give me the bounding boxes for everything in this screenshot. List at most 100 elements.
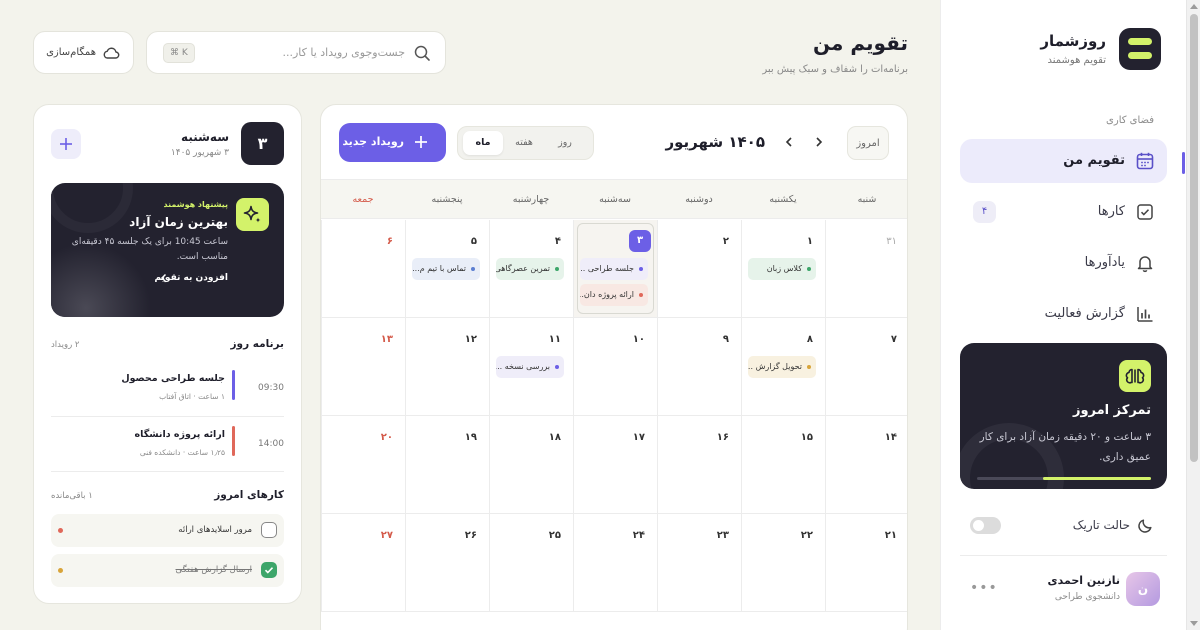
search-input[interactable]: جست‌وجوی رویداد یا کار... (282, 46, 405, 59)
calendar-event[interactable]: کلاس زبان (748, 258, 816, 280)
focus-progress-track (977, 477, 1151, 480)
sync-button[interactable]: همگام‌سازی (33, 31, 134, 74)
brand-logo (1119, 28, 1161, 70)
sidebar-item-my-calendar[interactable]: تقویم من (960, 139, 1167, 183)
prev-month-arrow-icon[interactable] (783, 136, 795, 148)
dark-mode-toggle[interactable] (970, 517, 1001, 534)
scrollbar-thumb[interactable] (1190, 14, 1198, 462)
event-title: بررسی نسخه ... (496, 362, 550, 371)
agenda-item-title: جلسه طراحی محصول (121, 373, 225, 384)
calendar-day[interactable]: ۲۷ (321, 514, 405, 612)
calendar-day[interactable]: ۱۰ (573, 318, 657, 416)
day-number: ۳۱ (886, 236, 897, 247)
divider (960, 555, 1167, 556)
calendar-day[interactable]: ۱۷ (573, 416, 657, 514)
agenda-color-bar (232, 370, 235, 400)
search-box[interactable]: جست‌وجوی رویداد یا کار... ⌘ K (146, 31, 446, 74)
day-number: ۲۲ (800, 530, 813, 541)
calendar-day[interactable]: ۱۳ (321, 318, 405, 416)
view-tab-week[interactable]: هفته (504, 131, 544, 155)
calendar-day[interactable]: ۲۳ (657, 514, 741, 612)
calendar-event[interactable]: بررسی نسخه ... (496, 356, 564, 378)
decorative-ring (51, 183, 133, 233)
scroll-up-arrow-icon[interactable] (1190, 4, 1198, 9)
day-number: ۱۵ (800, 432, 813, 443)
calendar-day[interactable]: ۲۵ (489, 514, 573, 612)
event-dot (639, 267, 643, 271)
calendar-day[interactable]: ۶ (321, 220, 405, 318)
view-tab-month[interactable]: ماه (463, 131, 503, 155)
focus-title: تمرکز امروز (1072, 403, 1151, 418)
calendar-day[interactable]: ۱۴ (825, 416, 907, 514)
calendar-day[interactable]: ۱۲ (405, 318, 489, 416)
calendar-event[interactable]: تحویل گزارش ... (748, 356, 816, 378)
new-event-button[interactable]: رویداد جدید (339, 123, 446, 162)
calendar-day[interactable]: ۷ (825, 318, 907, 416)
day-number: ۲۱ (884, 530, 897, 541)
day-number: ۱۱ (548, 334, 561, 345)
scroll-down-arrow-icon[interactable] (1190, 621, 1198, 626)
weekday-header: شنبه یکشنبه دوشنبه سه‌شنبه چهارشنبه پنجشنبه جم… (321, 179, 907, 219)
workspace-label: فضای کاری (1106, 115, 1154, 126)
event-title: ارائه پروژه دان... (580, 290, 634, 299)
more-options-icon[interactable]: ••• (970, 580, 998, 596)
day-number: ۹ (722, 334, 729, 345)
task-checkbox[interactable] (261, 562, 277, 578)
divider (51, 416, 284, 417)
agenda-count: ۲ رویداد (51, 340, 80, 350)
weekday-1: یکشنبه (769, 194, 797, 205)
calendar-event[interactable]: ارائه پروژه دان... (580, 284, 648, 306)
calendar-day[interactable]: ۲۶ (405, 514, 489, 612)
calendar-day[interactable]: ۴ تمرین عصرگاهی (489, 220, 573, 318)
calendar-day[interactable]: ۲۰ (321, 416, 405, 514)
sidebar-item-tasks[interactable]: کارها ۴ (960, 190, 1167, 234)
calendar-day[interactable]: ۱۱ بررسی نسخه ... (489, 318, 573, 416)
sidebar-item-reminders[interactable]: یادآورها (960, 241, 1167, 285)
view-tab-day[interactable]: روز (545, 131, 585, 155)
search-shortcut-badge: ⌘ K (163, 43, 195, 63)
calendar-event[interactable]: جلسه طراحی ... (580, 258, 648, 280)
sidebar-item-activity-report[interactable]: گزارش فعالیت (960, 292, 1167, 336)
event-dot (471, 267, 475, 271)
calendar-day[interactable]: ۸ تحویل گزارش ... (741, 318, 825, 416)
dark-mode-label: حالت تاریک (1072, 518, 1130, 532)
agenda-color-bar (232, 426, 235, 456)
calendar-day[interactable]: ۲۲ (741, 514, 825, 612)
calendar-day[interactable]: ۱۶ (657, 416, 741, 514)
page-scrollbar[interactable] (1186, 0, 1200, 630)
calendar-day[interactable]: ۲۱ (825, 514, 907, 612)
agenda-item[interactable]: جلسه طراحی محصول ۱ ساعت · اتاق آفتاب 09:30 (51, 370, 284, 426)
task-checkbox[interactable] (261, 522, 277, 538)
day-number: ۵ (470, 236, 477, 247)
day-number: ۲۳ (716, 530, 729, 541)
chevron-left-icon (159, 273, 169, 283)
calendar-day[interactable]: ۳۱ (825, 220, 907, 318)
next-month-arrow-icon[interactable] (813, 136, 825, 148)
calendar-day[interactable]: ۱۸ (489, 416, 573, 514)
calendar-day[interactable]: ۱ کلاس زبان (741, 220, 825, 318)
selected-date-badge: ۳ (241, 122, 284, 165)
avatar[interactable]: ن (1126, 572, 1160, 606)
weekday-5: پنجشنبه (431, 194, 463, 205)
day-number: ۱۳ (380, 334, 393, 345)
day-number: ۷ (890, 334, 897, 345)
tasks-count-badge: ۴ (973, 201, 996, 223)
calendar-day[interactable]: ۹ (657, 318, 741, 416)
day-panel: ۳ سه‌شنبه ۳ شهریور ۱۴۰۵ پیشنهاد هوشمند ب… (33, 104, 302, 604)
today-button[interactable]: امروز (847, 126, 889, 160)
calendar-day[interactable]: ۱۵ (741, 416, 825, 514)
event-title: جلسه طراحی ... (580, 264, 634, 273)
agenda-item[interactable]: ارائه پروژه دانشگاه ۱٫۲۵ ساعت · دانشکده ف… (51, 426, 284, 482)
calendar-day[interactable]: ۱۹ (405, 416, 489, 514)
calendar-event[interactable]: تماس با تیم م... (412, 258, 480, 280)
calendar-day[interactable]: ۵ تماس با تیم م... (405, 220, 489, 318)
task-item[interactable]: مرور اسلایدهای ارائه (51, 514, 284, 547)
calendar-day[interactable]: ۲۴ (573, 514, 657, 612)
calendar-day[interactable]: ۲ (657, 220, 741, 318)
calendar-day-today[interactable]: ۳ جلسه طراحی ... ارائه پروژه دان... (573, 220, 657, 318)
day-number: ۲ (722, 236, 729, 247)
page-subtitle: برنامه‌ات را شفاف و سبک پیش ببر (762, 64, 908, 75)
calendar-event[interactable]: تمرین عصرگاهی (496, 258, 564, 280)
add-item-button[interactable] (51, 129, 81, 159)
task-item[interactable]: ارسال گزارش هفتگی (51, 554, 284, 587)
